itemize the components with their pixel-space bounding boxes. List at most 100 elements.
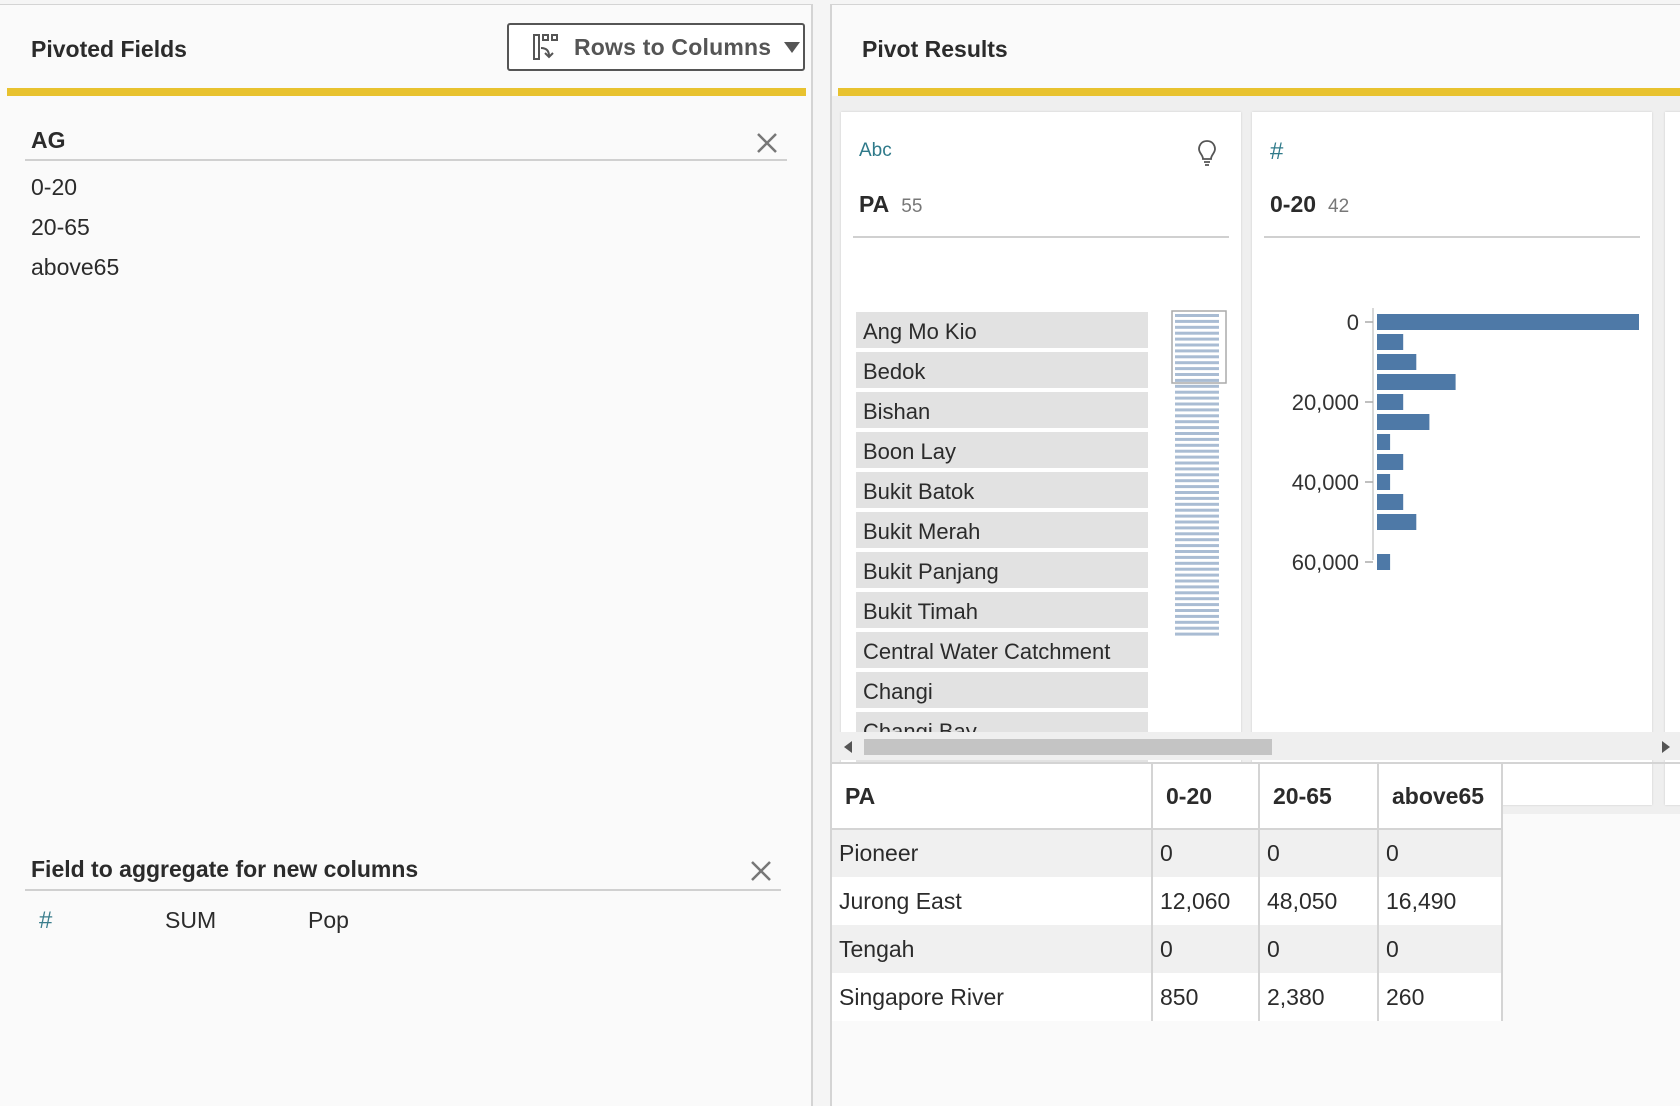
lightbulb-icon[interactable]: [1197, 139, 1217, 167]
minimap-stripe: [1175, 614, 1219, 618]
field-header[interactable]: PA 55: [859, 191, 922, 218]
profile-card-pa[interactable]: Abc PA 55 Ang Mo Kio Bedok Bishan Boon Lay Bu…: [841, 112, 1241, 805]
pa-value-item[interactable]: Bukit Batok: [856, 472, 1148, 508]
pivot-results-panel: Pivot Results Abc PA 55 Ang Mo Kio Bedok Bi…: [830, 4, 1680, 1106]
panel-title: Pivoted Fields: [31, 36, 187, 62]
horizontal-scrollbar[interactable]: [832, 732, 1680, 760]
distinct-count: 55: [901, 196, 923, 217]
table-cell[interactable]: Tengah: [832, 925, 1153, 973]
histogram-bar[interactable]: [1377, 454, 1404, 470]
value-summary-scroller[interactable]: [1171, 310, 1227, 640]
minimap-stripe: [1175, 538, 1219, 542]
histogram-bar[interactable]: [1377, 494, 1404, 510]
histogram-bar[interactable]: [1377, 314, 1639, 330]
histogram-bar[interactable]: [1377, 334, 1404, 350]
header-accent-bar: [838, 88, 1680, 96]
histogram-bar[interactable]: [1377, 394, 1404, 410]
scroll-left-arrow-icon[interactable]: [844, 741, 852, 753]
profile-card-partial[interactable]: [1665, 112, 1680, 805]
table-cell[interactable]: 0: [1259, 829, 1379, 877]
pa-value-item[interactable]: Central Water Catchment: [856, 632, 1148, 668]
column-header-pa[interactable]: PA: [832, 764, 1153, 830]
pa-value-item[interactable]: Bukit Panjang: [856, 552, 1148, 588]
minimap-stripe: [1175, 626, 1219, 630]
y-tick-label: 0: [1347, 310, 1359, 335]
histogram-chart: 0 20,000 40,000 60,000: [1292, 308, 1639, 575]
table-cell[interactable]: Jurong East: [832, 877, 1153, 925]
minimap-stripe: [1175, 331, 1219, 335]
pivot-value-item[interactable]: 20-65: [25, 207, 787, 247]
table-cell[interactable]: 16,490: [1378, 877, 1503, 925]
aggregate-section-title: Field to aggregate for new columns: [25, 853, 781, 891]
pivoted-fields-header: Pivoted Fields Rows to Columns: [0, 5, 813, 96]
pa-value-item[interactable]: Ang Mo Kio: [856, 312, 1148, 348]
pa-value-item[interactable]: Changi: [856, 672, 1148, 708]
minimap-stripe: [1175, 550, 1219, 553]
table-cell[interactable]: 12,060: [1152, 877, 1260, 925]
pa-value-item[interactable]: Bukit Merah: [856, 512, 1148, 548]
histogram-bar[interactable]: [1377, 434, 1391, 450]
histogram-bar[interactable]: [1377, 554, 1391, 570]
minimap-stripe: [1175, 479, 1219, 483]
table-cell[interactable]: 0: [1152, 925, 1260, 973]
column-header-above65[interactable]: above65: [1378, 764, 1503, 830]
column-header-20-65[interactable]: 20-65: [1259, 764, 1379, 830]
table-row: Singapore River 850 2,380 260: [832, 973, 1503, 1021]
table-cell[interactable]: 260: [1378, 973, 1503, 1021]
minimap-stripe: [1175, 514, 1219, 518]
minimap-stripe: [1175, 532, 1219, 536]
pa-value-item[interactable]: Bedok: [856, 352, 1148, 388]
close-icon[interactable]: [749, 859, 773, 883]
minimap-stripe: [1175, 378, 1219, 382]
close-icon[interactable]: [755, 131, 779, 155]
minimap-stripe: [1175, 408, 1219, 412]
minimap-stripe: [1175, 355, 1219, 359]
pa-value-item[interactable]: Bishan: [856, 392, 1148, 428]
minimap-stripe: [1175, 319, 1219, 323]
minimap-stripe: [1175, 555, 1219, 559]
minimap-stripe: [1175, 461, 1219, 465]
minimap-stripe: [1175, 597, 1219, 601]
table-cell[interactable]: 48,050: [1259, 877, 1379, 925]
minimap-stripe: [1175, 343, 1219, 347]
minimap-stripe: [1175, 390, 1219, 394]
column-header-0-20[interactable]: 0-20: [1152, 764, 1260, 830]
table-cell[interactable]: 850: [1152, 973, 1260, 1021]
pa-value-item[interactable]: Boon Lay: [856, 432, 1148, 468]
table-cell[interactable]: Pioneer: [832, 829, 1153, 877]
minimap-stripe: [1175, 573, 1219, 577]
pivot-value-item[interactable]: above65: [25, 247, 787, 287]
number-type-icon[interactable]: #: [1270, 138, 1283, 166]
histogram-bar[interactable]: [1377, 414, 1430, 430]
pa-value-item[interactable]: Bukit Timah: [856, 592, 1148, 628]
aggregate-function[interactable]: SUM: [165, 907, 216, 934]
table-cell[interactable]: Singapore River: [832, 973, 1153, 1021]
minimap-stripe: [1175, 325, 1219, 329]
minimap-stripe: [1175, 367, 1219, 371]
histogram-bar[interactable]: [1377, 374, 1456, 390]
table-cell[interactable]: 0: [1259, 925, 1379, 973]
field-header[interactable]: 0-20 42: [1270, 191, 1349, 218]
minimap-stripe: [1175, 361, 1219, 365]
minimap-stripe: [1175, 620, 1219, 624]
scrollbar-thumb[interactable]: [864, 739, 1272, 755]
pivot-value-item[interactable]: 0-20: [25, 167, 787, 207]
scroll-right-arrow-icon[interactable]: [1662, 741, 1670, 753]
aggregate-field-row[interactable]: # SUM Pop: [25, 891, 781, 949]
profile-card-0-20[interactable]: # 0-20 42 0 20,000 40,000 60,000: [1252, 112, 1652, 805]
table-cell[interactable]: 0: [1152, 829, 1260, 877]
string-type-icon[interactable]: Abc: [859, 140, 892, 162]
minimap-stripe: [1175, 544, 1219, 548]
histogram-bar[interactable]: [1377, 354, 1417, 370]
minimap-stripe: [1175, 467, 1219, 471]
table-cell[interactable]: 0: [1378, 925, 1503, 973]
minimap-stripe: [1175, 432, 1219, 435]
field-name: PA: [859, 191, 890, 217]
table-cell[interactable]: 0: [1378, 829, 1503, 877]
pivot-type-dropdown[interactable]: Rows to Columns: [507, 23, 805, 71]
histogram-bar[interactable]: [1377, 474, 1391, 490]
y-tick-label: 40,000: [1292, 470, 1359, 495]
histogram-bar[interactable]: [1377, 514, 1417, 530]
table-cell[interactable]: 2,380: [1259, 973, 1379, 1021]
table-row: Pioneer 0 0 0: [832, 829, 1503, 877]
